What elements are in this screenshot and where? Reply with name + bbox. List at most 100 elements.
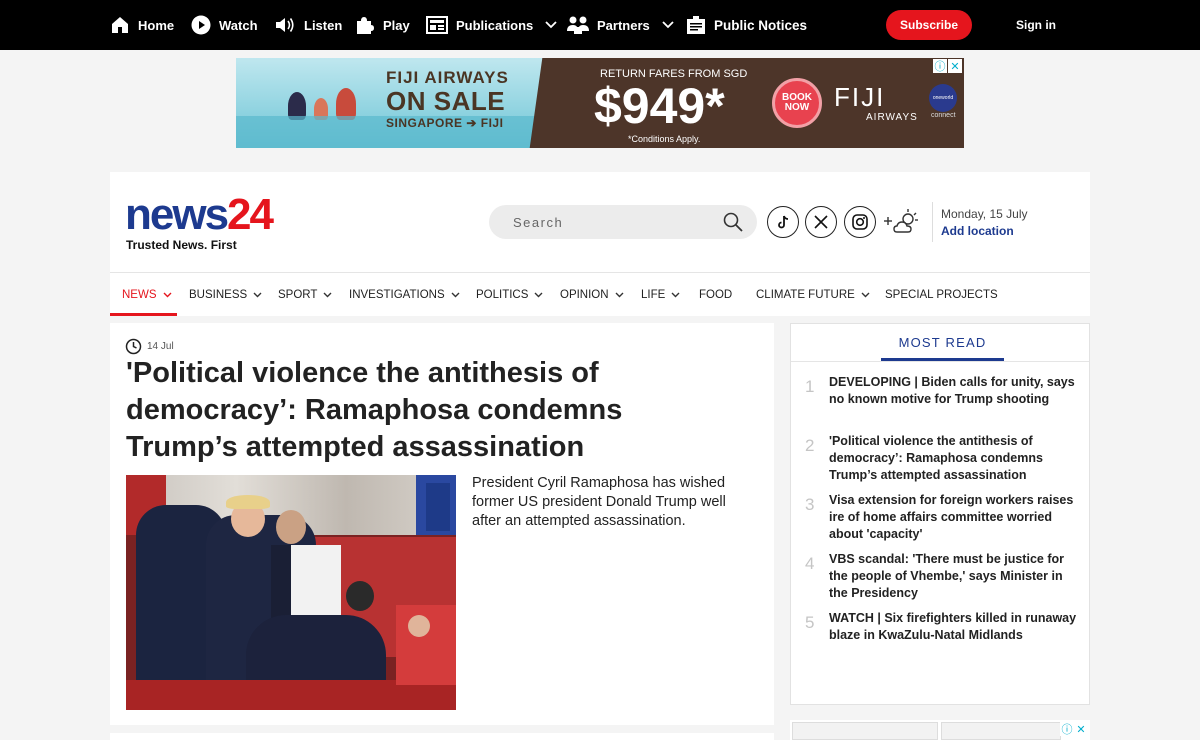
ad-close-icon[interactable]: ✕ — [948, 59, 962, 73]
oneworld-globe-icon: oneworld — [929, 84, 957, 112]
sign-in-link[interactable]: Sign in — [1016, 0, 1056, 50]
speaker-icon — [276, 18, 294, 32]
nav-label: CLIMATE FUTURE — [756, 288, 855, 301]
nav-label: OPINION — [560, 288, 609, 301]
tiktok-icon[interactable] — [767, 206, 799, 238]
most-read-title: MOST READ — [898, 335, 987, 350]
nav-special-projects[interactable]: SPECIAL PROJECTS — [885, 273, 998, 316]
nav-label: POLITICS — [476, 288, 529, 301]
listen-link[interactable]: Listen — [274, 0, 342, 50]
nav-investigations[interactable]: INVESTIGATIONS — [349, 273, 460, 316]
lead-article-card[interactable]: 14 Jul 'Political violence the antithesi… — [110, 323, 774, 725]
chevron-down-icon — [534, 292, 543, 297]
nav-opinion[interactable]: OPINION — [560, 273, 624, 316]
article-date: 14 Jul — [147, 341, 174, 352]
partners-icon — [567, 16, 589, 34]
home-link[interactable]: Home — [110, 0, 174, 50]
ad-connect-label: connect — [931, 112, 956, 119]
search-box[interactable]: Search — [489, 205, 757, 239]
ad-price: $949* — [594, 78, 725, 134]
ad-brand: FIJI — [834, 82, 886, 112]
most-read-item-2[interactable]: 'Political violence the antithesis of de… — [829, 433, 1081, 484]
nav-label: SPORT — [278, 288, 318, 301]
ad-book-now-button[interactable]: BOOK NOW — [772, 78, 822, 128]
nav-label: FOOD — [699, 288, 733, 301]
ad-route: SINGAPORE ➔ FIJI — [386, 116, 504, 130]
rank-number: 1 — [805, 377, 815, 396]
logo-number: 24 — [227, 190, 274, 239]
chevron-down-icon — [861, 292, 870, 297]
partners-menu[interactable]: Partners — [567, 0, 674, 50]
watch-link[interactable]: Watch — [191, 0, 258, 50]
ad-brand-sub: AIRWAYS — [866, 112, 918, 123]
nav-label: INVESTIGATIONS — [349, 288, 445, 301]
partners-label: Partners — [597, 17, 650, 33]
chevron-down-icon — [671, 292, 680, 297]
listen-label: Listen — [304, 17, 343, 33]
article-summary: President Cyril Ramaphosa has wished for… — [472, 475, 726, 529]
weather-partly-cloudy-icon[interactable] — [883, 208, 923, 236]
most-read-item-1[interactable]: DEVELOPING | Biden calls for unity, says… — [829, 374, 1081, 408]
nav-food[interactable]: FOOD — [699, 273, 732, 316]
nav-politics[interactable]: POLITICS — [476, 273, 543, 316]
add-location-link[interactable]: Add location — [941, 224, 1014, 238]
ad-info-icon[interactable]: ⓘ — [933, 59, 947, 73]
nav-sport[interactable]: SPORT — [278, 273, 332, 316]
tagline: Trusted News. First — [126, 238, 237, 252]
top-bar: Home Watch Listen Play Publications Part… — [0, 0, 1200, 50]
rank-number: 2 — [805, 436, 815, 455]
nav-label: BUSINESS — [189, 288, 248, 301]
nav-life[interactable]: LIFE — [641, 273, 680, 316]
home-label: Home — [138, 17, 175, 33]
chevron-down-icon — [451, 292, 460, 297]
nav-label: LIFE — [641, 288, 666, 301]
public-notices-label: Public Notices — [714, 17, 808, 33]
play-label: Play — [383, 17, 410, 33]
home-icon — [112, 17, 128, 33]
notice-board-icon — [687, 16, 705, 34]
play-link[interactable]: Play — [355, 0, 410, 50]
newspaper-icon — [426, 16, 448, 34]
nav-label: NEWS — [122, 288, 157, 301]
most-read-item-4[interactable]: VBS scandal: 'There must be justice for … — [829, 551, 1081, 602]
most-read-panel: MOST READ 1 DEVELOPING | Biden calls for… — [790, 323, 1090, 705]
public-notices-link[interactable]: Public Notices — [686, 0, 807, 50]
most-read-item-3[interactable]: Visa extension for foreign workers raise… — [829, 492, 1081, 543]
nav-label: SPECIAL PROJECTS — [885, 288, 998, 301]
nav-news[interactable]: NEWS — [122, 273, 172, 316]
sidebar-ad[interactable]: ⓘ ✕ — [790, 720, 1090, 740]
play-circle-icon — [191, 15, 211, 35]
article-photo[interactable] — [126, 475, 456, 710]
nav-business[interactable]: BUSINESS — [189, 273, 262, 316]
ad-headline-1: FIJI AIRWAYS — [386, 68, 509, 87]
chevron-down-icon — [545, 21, 557, 29]
search-icon[interactable] — [723, 212, 743, 232]
chevron-down-icon — [662, 21, 674, 29]
ad-banner[interactable]: FIJI AIRWAYS ON SALE SINGAPORE ➔ FIJI RE… — [236, 58, 964, 148]
ad-close-icon[interactable]: ✕ — [1074, 722, 1088, 736]
clock-icon — [125, 338, 142, 355]
chevron-down-icon — [163, 292, 171, 297]
x-twitter-icon[interactable] — [805, 206, 837, 238]
puzzle-icon — [357, 17, 374, 34]
rank-number: 5 — [805, 613, 815, 632]
most-read-item-5[interactable]: WATCH | Six firefighters killed in runaw… — [829, 610, 1081, 644]
chevron-down-icon — [323, 292, 332, 297]
chevron-down-icon — [253, 292, 262, 297]
logo-text: news — [125, 190, 229, 239]
article-headline[interactable]: 'Political violence the antithesis of de… — [126, 355, 726, 466]
news24-logo[interactable]: news24 — [125, 190, 274, 239]
chevron-down-icon — [615, 292, 624, 297]
instagram-icon[interactable] — [844, 206, 876, 238]
watch-label: Watch — [219, 17, 258, 33]
active-nav-indicator — [110, 313, 177, 316]
rank-number: 4 — [805, 554, 815, 573]
ad-info-icon[interactable]: ⓘ — [1060, 722, 1074, 736]
publications-label: Publications — [456, 17, 534, 33]
ad-conditions: *Conditions Apply. — [628, 134, 701, 144]
nav-climate-future[interactable]: CLIMATE FUTURE — [756, 273, 870, 316]
subscribe-button[interactable]: Subscribe — [886, 10, 972, 40]
publications-menu[interactable]: Publications — [426, 0, 557, 50]
site-header: news24 Trusted News. First Search Monday… — [110, 172, 1090, 316]
search-input[interactable]: Search — [513, 215, 563, 230]
